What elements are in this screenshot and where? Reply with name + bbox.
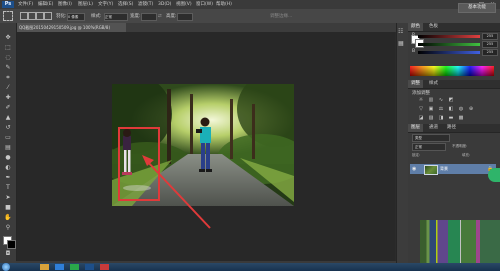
tab-layers[interactable]: 图层: [408, 124, 423, 132]
desktop-background-peek: [420, 220, 500, 263]
lock-label: 锁定:: [412, 153, 421, 157]
opacity-label: 不透明度:: [452, 144, 468, 148]
red-slider[interactable]: [418, 35, 480, 38]
slider-label-g: G: [412, 41, 416, 46]
add-adjustment-label: 添加调整: [412, 91, 430, 96]
levels-icon[interactable]: ▥: [428, 98, 434, 103]
vibrance-icon[interactable]: ▽: [418, 107, 424, 112]
taskbar-photoshop-icon[interactable]: [85, 264, 94, 270]
layer-filter-select[interactable]: 类型: [412, 134, 450, 142]
curves-icon[interactable]: ∿: [438, 98, 444, 103]
visibility-eye-icon[interactable]: ◉: [412, 165, 416, 173]
green-slider[interactable]: [418, 43, 480, 46]
history-panel-icon[interactable]: ☷: [398, 28, 403, 35]
red-value[interactable]: 255: [482, 33, 498, 40]
threshold-icon[interactable]: ◨: [438, 116, 444, 121]
taskbar-media-icon[interactable]: [100, 264, 109, 270]
selective-color-icon[interactable]: ▩: [458, 116, 464, 121]
color-panel-header: 颜色 色板: [408, 23, 500, 32]
posterize-icon[interactable]: ▨: [428, 116, 434, 121]
taskbar-app-icon[interactable]: [70, 264, 79, 270]
tab-styles[interactable]: 样式: [426, 80, 441, 88]
slider-label-r: R: [412, 33, 416, 38]
tab-color[interactable]: 颜色: [408, 23, 423, 31]
color-balance-icon[interactable]: ⚖: [438, 107, 444, 112]
start-button-icon[interactable]: [2, 263, 10, 271]
blue-slider[interactable]: [418, 51, 480, 54]
layer-row-background[interactable]: [410, 164, 496, 174]
blend-mode-select[interactable]: 正常: [412, 143, 446, 151]
side-widget-icon[interactable]: [488, 168, 500, 182]
layer-thumbnail: [424, 165, 438, 175]
tab-adjustments[interactable]: 调整: [408, 80, 423, 88]
blue-value[interactable]: 255: [482, 49, 498, 56]
photo-filter-icon[interactable]: ◍: [458, 107, 464, 112]
channel-mixer-icon[interactable]: ⊕: [468, 107, 474, 112]
tab-channels[interactable]: 通道: [426, 124, 441, 132]
exposure-icon[interactable]: ◩: [448, 98, 454, 103]
green-value[interactable]: 255: [482, 41, 498, 48]
gradient-map-icon[interactable]: ▬: [448, 116, 454, 121]
fill-label: 填充:: [462, 153, 471, 157]
taskbar-explorer-icon[interactable]: [40, 264, 49, 270]
adjustments-panel-header: 调整 样式: [408, 80, 500, 89]
brightness-icon[interactable]: ☼: [418, 98, 424, 103]
color-spectrum-shade: [410, 66, 494, 76]
tab-swatches[interactable]: 色板: [426, 23, 441, 31]
slider-label-b: B: [412, 49, 416, 54]
layers-panel-header: 图层 通道 路径: [408, 124, 500, 133]
invert-icon[interactable]: ◪: [418, 116, 424, 121]
black-white-icon[interactable]: ◧: [448, 107, 454, 112]
tab-paths[interactable]: 路径: [444, 124, 459, 132]
properties-panel-icon[interactable]: ▦: [398, 40, 404, 47]
taskbar-browser-icon[interactable]: [55, 264, 64, 270]
layer-name[interactable]: 背景: [440, 165, 448, 173]
hue-saturation-icon[interactable]: ▣: [428, 107, 434, 112]
